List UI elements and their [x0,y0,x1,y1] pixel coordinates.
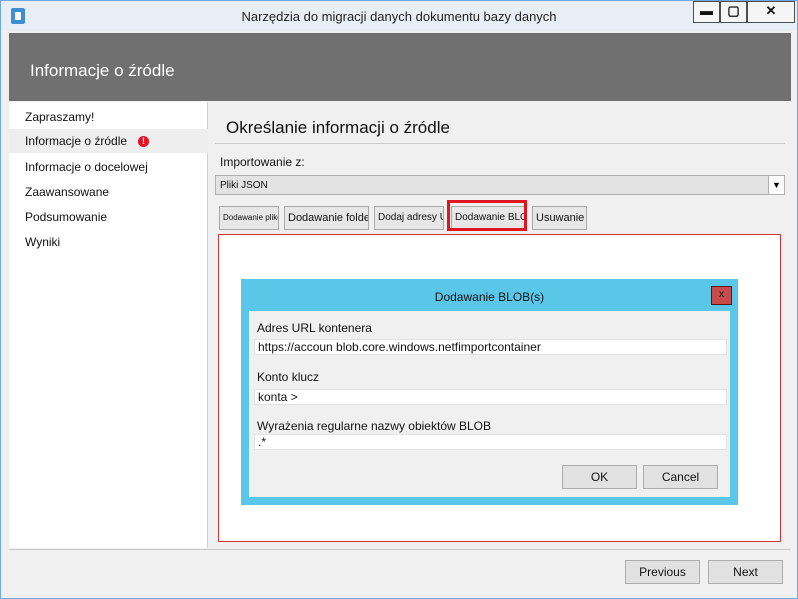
dialog-title: Dodawanie BLOB(s) [434,290,545,304]
window-title: Narzędzia do migracji danych dokumentu b… [241,9,557,24]
close-button[interactable]: ✕ [747,1,795,23]
sidebar-item-target-info[interactable]: Informacje o docelowej [9,155,208,179]
sidebar-item-label: Informacje o docelowej [25,160,148,174]
main-panel: Określanie informacji o źródle Importowa… [209,102,791,548]
maximize-button[interactable]: ▢ [720,1,747,23]
dialog-body: Adres URL kontenera https://accoun blob.… [249,311,730,497]
dialog-close-button[interactable]: x [711,286,732,305]
add-files-button[interactable]: Dodawanie plików [219,206,279,230]
container-url-input[interactable]: https://accoun blob.core.windows.netfimp… [254,339,727,355]
sidebar-item-label: Informacje o źródle [25,134,128,148]
sidebar-item-summary[interactable]: Podsumowanie [9,205,208,229]
footer-divider [9,549,791,550]
page-header-title: Informacje o źródle [30,61,175,80]
ok-button[interactable]: OK [562,465,637,489]
title-bar: Narzędzia do migracji danych dokumentu b… [1,1,797,31]
next-button[interactable]: Next [708,560,783,584]
highlight-box [447,200,527,231]
source-files-panel: Dodawanie BLOB(s) x Adres URL kontenera … [218,234,781,542]
sidebar-item-label: Wyniki [25,235,61,249]
account-key-input[interactable]: konta > [254,389,727,405]
minimize-button[interactable]: ▬ [693,1,720,23]
import-source-value: Pliki JSON [220,180,268,191]
sidebar-item-welcome[interactable]: Zapraszamy! [9,105,208,129]
add-urls-button[interactable]: Dodaj adresy URL [374,206,444,230]
blob-regex-label: Wyrażenia regularne nazwy obiektów BLOB [257,419,492,433]
app-window: Narzędzia do migracji danych dokumentu b… [0,0,798,599]
sidebar-item-label: Zapraszamy! [25,110,95,124]
previous-button[interactable]: Previous [625,560,700,584]
error-icon: ! [138,136,149,147]
sidebar-item-results[interactable]: Wyniki [9,230,208,254]
blob-regex-input[interactable]: .* [254,434,727,450]
container-url-label: Adres URL kontenera [257,321,372,335]
sidebar-item-label: Podsumowanie [25,210,108,224]
chevron-down-icon[interactable]: ▼ [768,176,784,194]
import-from-label: Importowanie z: [220,155,305,169]
divider [215,143,785,144]
wizard-sidebar: Zapraszamy! Informacje o źródle ! Inform… [9,102,208,548]
sidebar-item-label: Zaawansowane [25,185,110,199]
sidebar-item-advanced[interactable]: Zaawansowane [9,180,208,204]
add-folder-button[interactable]: Dodawanie folderu [284,206,369,230]
add-blob-dialog: Dodawanie BLOB(s) x Adres URL kontenera … [241,279,738,505]
page-header: Informacje o źródle [9,33,791,101]
section-title: Określanie informacji o źródle [226,118,450,137]
cancel-button[interactable]: Cancel [643,465,718,489]
sidebar-item-source-info[interactable]: Informacje o źródle ! [9,129,208,153]
account-key-label: Konto klucz [257,370,320,384]
remove-button[interactable]: Usuwanie [532,206,587,230]
import-source-select[interactable]: Pliki JSON ▼ [215,175,785,195]
